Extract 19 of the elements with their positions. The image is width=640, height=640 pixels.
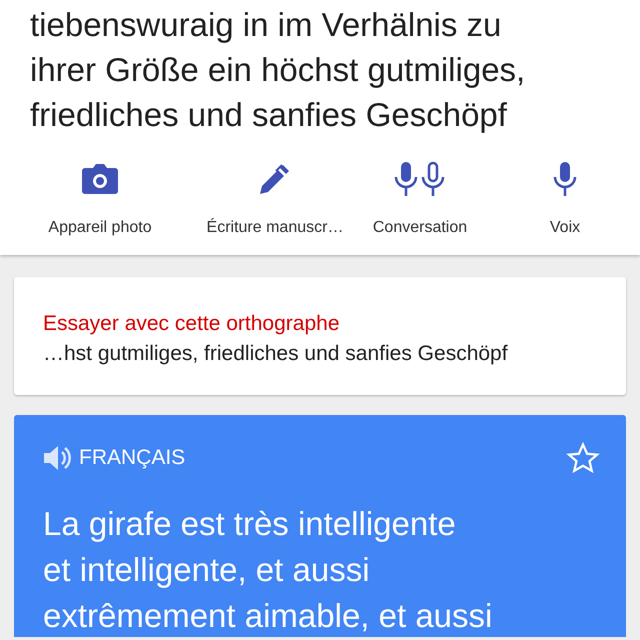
pen-icon [258, 162, 292, 196]
suggestion-title: Essayer avec cette orthographe [43, 311, 341, 337]
camera-icon [81, 162, 119, 196]
speaker-icon[interactable] [43, 445, 71, 471]
translation-text: extrêmement aimable, et aussi [43, 596, 494, 636]
input-mode-button[interactable]: Voix [490, 159, 640, 237]
input-mode-button[interactable]: Conversation [350, 159, 490, 237]
source-text: ihrer Größe ein höchst gutmiliges, [30, 50, 526, 90]
translation-text: La girafe est très intelligente [43, 504, 457, 544]
language-label: FRANÇAIS [79, 446, 186, 470]
source-text: friedliches und sanfies Geschöpf [30, 95, 508, 135]
input-mode-button[interactable]: Appareil photo [0, 159, 200, 237]
microphone-icon [551, 161, 579, 197]
star-button[interactable] [566, 441, 600, 475]
source-text: tiebenswuraig in im Verhälnis zu [30, 5, 502, 45]
input-mode-button[interactable]: Écriture manuscr… [200, 159, 350, 237]
suggested-text: …hst gutmiliges, friedliches und sanfies Geschöpf [43, 341, 509, 367]
translation-text: et intelligente, et aussi [43, 550, 371, 590]
spelling-suggestion-card[interactable]: Essayer avec cette orthographe …hst gutmiliges, friedliches und sanfies Geschöpf [14, 277, 626, 395]
